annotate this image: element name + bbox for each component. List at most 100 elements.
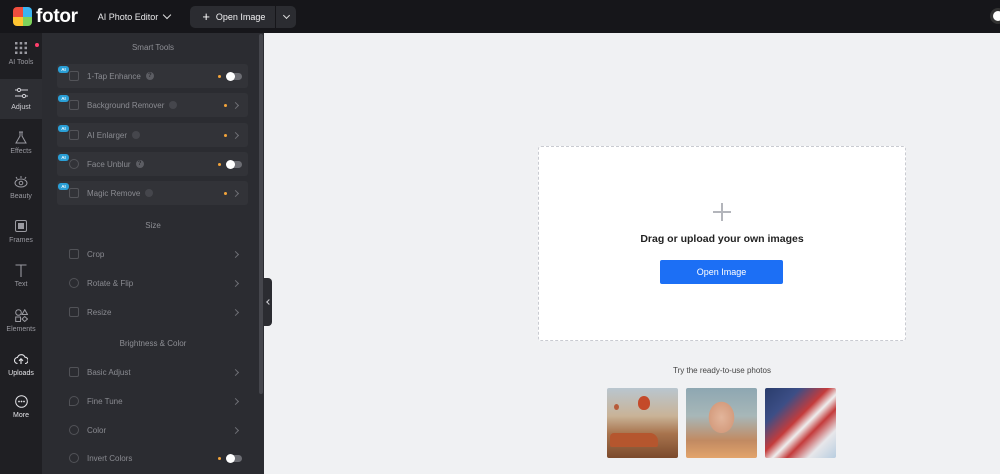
tool-controls — [218, 71, 242, 81]
chevron-right-icon — [231, 250, 240, 258]
ai-badge: AI — [58, 154, 69, 161]
app-mode-select[interactable]: AI Photo Editor — [98, 10, 172, 22]
tool-fine-tune[interactable]: Fine Tune — [57, 389, 248, 413]
cloud-upload-icon — [14, 352, 28, 366]
tool-1-tap-enhance[interactable]: 1-Tap Enhance ? — [57, 64, 248, 88]
rail-item-text[interactable]: Text — [0, 263, 42, 295]
palette-icon — [69, 425, 79, 435]
open-image-top-main[interactable]: + Open Image — [190, 5, 277, 28]
status-dot — [218, 456, 221, 460]
tool-background-remover[interactable]: Background Remover — [57, 93, 248, 117]
chevron-right-icon — [231, 131, 240, 139]
rail-item-adjust[interactable]: Adjust — [0, 79, 42, 119]
tool-controls — [231, 397, 242, 405]
logo-mark-icon — [13, 7, 32, 26]
tool-crop[interactable]: Crop — [57, 242, 248, 266]
notification-dot — [35, 43, 39, 47]
tool-face-unblur[interactable]: Face Unblur ? — [57, 152, 248, 176]
tool-controls — [224, 189, 242, 197]
rail-label: Frames — [9, 237, 33, 244]
status-dot — [224, 103, 227, 107]
toggle-switch[interactable] — [226, 159, 242, 169]
rail-item-elements[interactable]: Elements — [0, 308, 42, 340]
ai-badge: AI — [58, 125, 69, 132]
rail-item-beauty[interactable]: Beauty — [0, 175, 42, 207]
sample-photo-portrait[interactable] — [686, 388, 757, 458]
help-icon[interactable]: ? — [135, 160, 144, 168]
help-icon[interactable]: ? — [145, 72, 154, 80]
tool-rail: AI Tools Adjust Effects Beauty Frames Te… — [0, 33, 42, 474]
tool-controls — [224, 131, 242, 139]
open-image-top-label: Open Image — [215, 11, 266, 22]
tool-label: Invert Colors — [87, 453, 133, 463]
tool-label: Face Unblur — [87, 159, 131, 169]
rail-label: Beauty — [10, 193, 32, 200]
scissors-icon — [69, 100, 79, 110]
tool-label: AI Enlarger — [87, 130, 128, 140]
rail-label: Text — [14, 281, 28, 288]
plus-icon — [713, 203, 731, 221]
rail-label: AI Tools — [8, 59, 34, 66]
rail-item-uploads[interactable]: Uploads — [0, 352, 42, 384]
fotor-logo[interactable]: fotor — [13, 6, 78, 28]
info-icon[interactable] — [169, 101, 178, 109]
tool-ai-enlarger[interactable]: AI Enlarger — [57, 123, 248, 147]
invert-icon — [69, 453, 79, 463]
rail-item-ai-tools[interactable]: AI Tools — [0, 41, 42, 73]
tool-label: Basic Adjust — [87, 367, 131, 377]
toggle-switch[interactable] — [226, 453, 242, 463]
sliders-icon — [14, 86, 28, 100]
avatar[interactable] — [990, 8, 1000, 24]
chevron-right-icon — [231, 368, 240, 376]
tool-color[interactable]: Color — [57, 418, 248, 442]
tool-resize[interactable]: Resize — [57, 300, 248, 324]
rail-label: Adjust — [11, 104, 31, 111]
rail-label: Effects — [10, 148, 32, 155]
tool-rotate-flip[interactable]: Rotate & Flip — [57, 271, 248, 295]
open-image-dropdown[interactable] — [276, 6, 296, 28]
more-icon — [14, 394, 28, 408]
rail-item-effects[interactable]: Effects — [0, 130, 42, 162]
tool-controls — [231, 308, 242, 316]
rail-item-frames[interactable]: Frames — [0, 219, 42, 251]
toggle-switch[interactable] — [226, 71, 242, 81]
tool-label: Rotate & Flip — [87, 278, 134, 288]
rail-label: Uploads — [8, 370, 34, 377]
info-icon[interactable] — [132, 131, 141, 139]
chevron-right-icon — [231, 189, 240, 197]
tool-controls — [218, 159, 242, 169]
sample-photo-balloons[interactable] — [607, 388, 678, 458]
balloon-shape — [614, 404, 619, 410]
open-image-button[interactable]: Open Image — [660, 260, 783, 284]
drop-zone-text: Drag or upload your own images — [640, 233, 804, 245]
ai-badge: AI — [58, 66, 69, 73]
tool-label: Background Remover — [87, 100, 165, 110]
face-icon — [69, 159, 79, 169]
frame-icon — [14, 219, 28, 233]
info-icon[interactable] — [145, 189, 154, 197]
section-title-smart-tools: Smart Tools — [131, 43, 175, 52]
tool-basic-adjust[interactable]: Basic Adjust — [57, 360, 248, 384]
crop-icon — [69, 249, 79, 259]
rail-item-more[interactable]: More — [0, 394, 42, 426]
status-dot — [218, 162, 221, 166]
open-image-top-button[interactable]: + Open Image — [190, 5, 297, 28]
status-dot — [218, 74, 221, 78]
tool-label: Fine Tune — [87, 396, 123, 406]
shapes-icon — [14, 308, 28, 322]
rail-label: Elements — [6, 326, 36, 333]
flask-icon — [14, 130, 28, 144]
rotate-icon — [69, 278, 79, 288]
chevron-right-icon — [231, 426, 240, 434]
tool-magic-remove[interactable]: Magic Remove — [57, 181, 248, 205]
enlarge-icon — [69, 130, 79, 140]
sample-photos-label: Try the ready-to-use photos — [673, 366, 771, 375]
chevron-right-icon — [231, 101, 240, 109]
balloon-shape — [638, 396, 650, 410]
tool-controls — [224, 101, 242, 109]
sample-photo-flatlay[interactable] — [765, 388, 836, 458]
sliders-icon — [69, 367, 79, 377]
tool-controls — [231, 279, 242, 287]
tool-invert-colors[interactable]: Invert Colors — [57, 446, 248, 470]
collapse-panel-button[interactable] — [264, 278, 272, 326]
